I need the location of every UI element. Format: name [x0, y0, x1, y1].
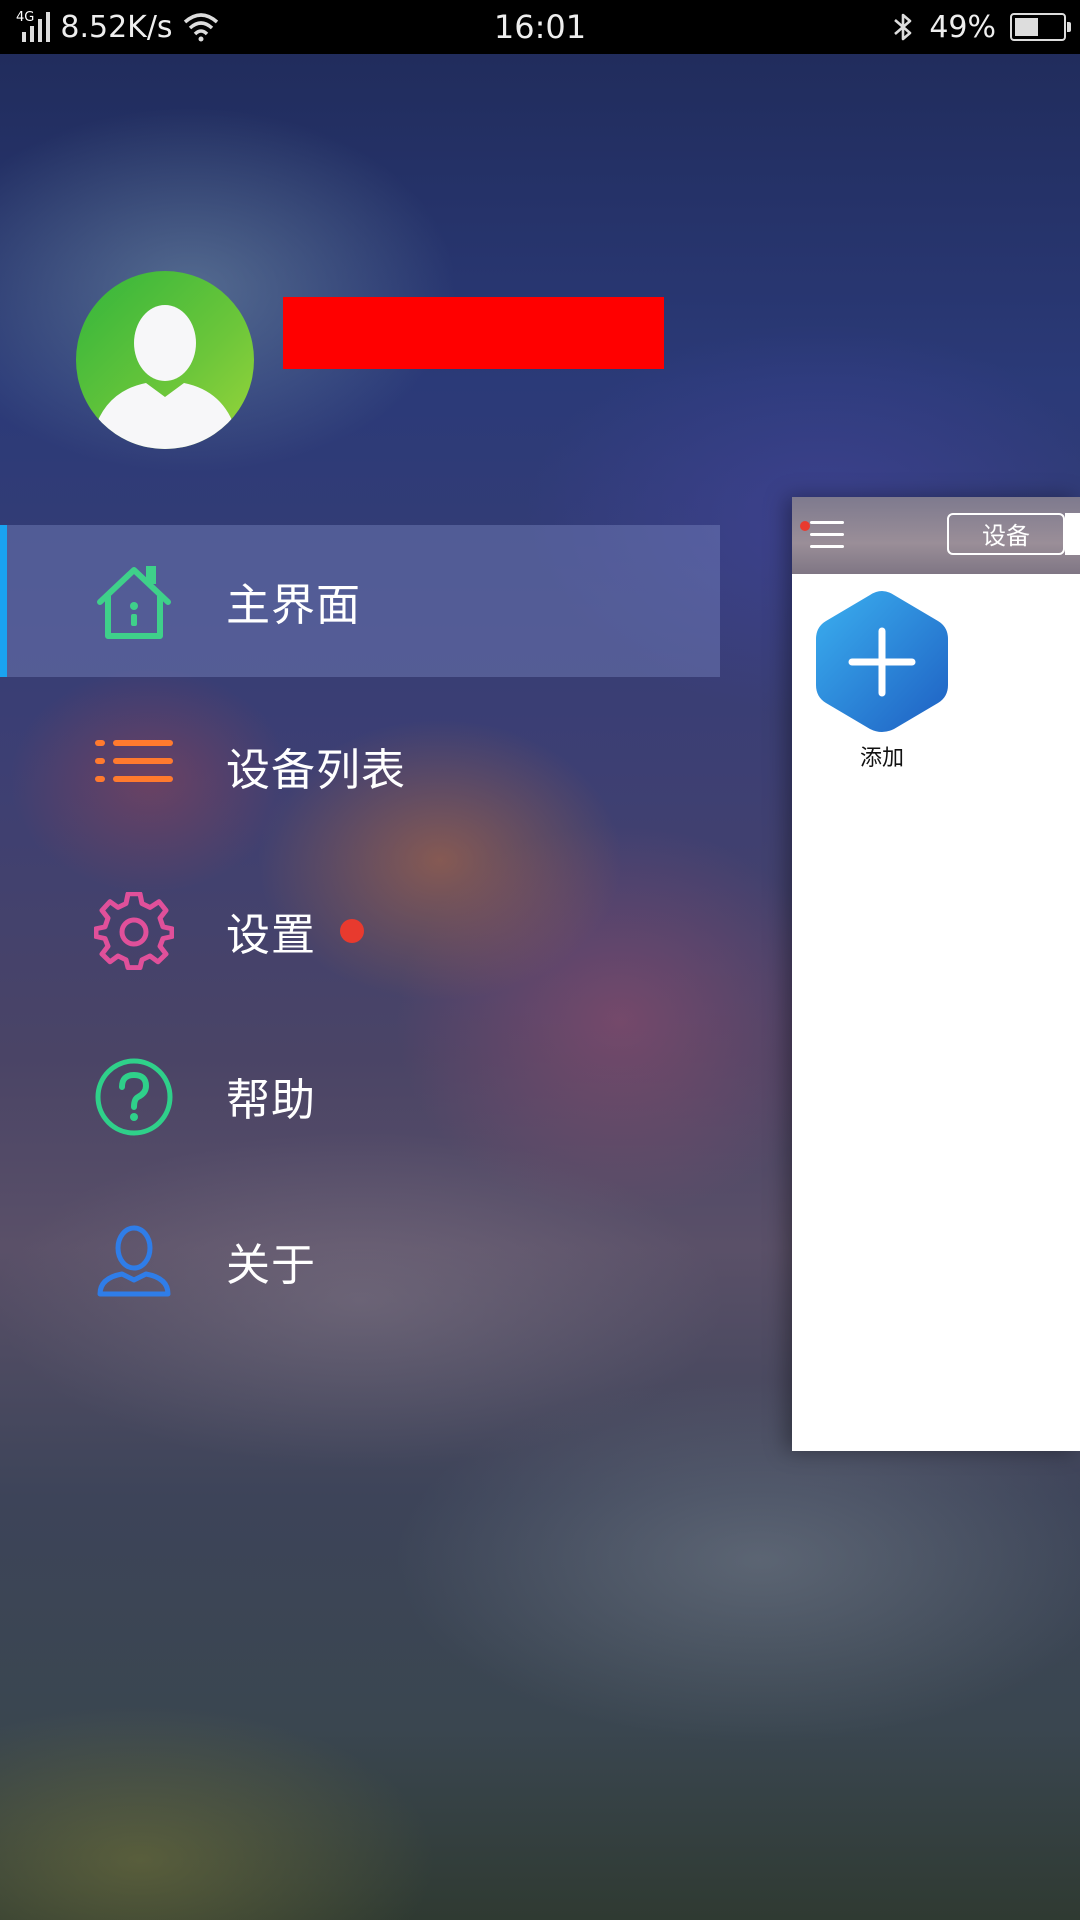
menu-item-home[interactable]: 主界面: [0, 525, 720, 677]
menu-label-about: 关于: [226, 1240, 316, 1291]
status-right: 49%: [891, 0, 1071, 54]
username-redacted: [283, 297, 664, 369]
list-icon: [95, 740, 173, 782]
drawer-menu: 主界面 设备列表 设置 帮助 关于: [0, 525, 720, 1350]
person-silhouette-icon: [94, 305, 236, 449]
add-device-button[interactable]: [812, 587, 952, 737]
help-icon: [95, 1058, 173, 1136]
menu-label-device-list: 设备列表: [226, 745, 406, 796]
status-bar: 4G 8.52K/s 16:01 49%: [0, 0, 1080, 54]
battery-icon: [1010, 13, 1071, 41]
menu-item-help[interactable]: 帮助: [0, 1020, 720, 1172]
notification-badge: [340, 919, 364, 943]
hamburger-menu-icon[interactable]: [810, 519, 848, 551]
add-device-label: 添加: [859, 746, 904, 771]
battery-percent: 49%: [929, 9, 996, 45]
tab-next-edge[interactable]: [1065, 513, 1080, 555]
user-icon: [97, 1225, 171, 1297]
preview-header: 设备: [792, 497, 1080, 574]
menu-label-help: 帮助: [226, 1075, 316, 1126]
preview-notification-dot: [800, 521, 810, 531]
tab-devices[interactable]: 设备: [947, 513, 1065, 555]
menu-item-about[interactable]: 关于: [0, 1185, 720, 1337]
bluetooth-icon: [894, 13, 912, 41]
avatar[interactable]: [76, 271, 254, 449]
menu-label-home: 主界面: [226, 580, 361, 631]
gear-icon: [94, 892, 174, 971]
menu-label-settings: 设置: [226, 910, 316, 961]
menu-item-settings[interactable]: 设置: [0, 855, 720, 1007]
main-screen-preview[interactable]: 设备 添加: [792, 497, 1080, 1451]
home-icon: [97, 566, 171, 639]
battery-fill: [1015, 18, 1038, 36]
menu-item-device-list[interactable]: 设备列表: [0, 690, 720, 842]
